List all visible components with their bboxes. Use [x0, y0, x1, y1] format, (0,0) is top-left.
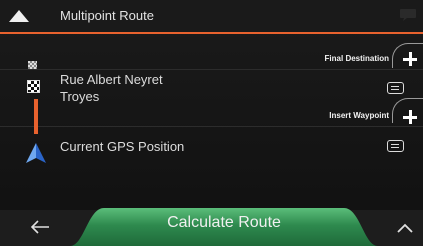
- route-connector-line: [34, 99, 38, 134]
- final-destination-label: Final Destination: [324, 54, 389, 63]
- checkered-flag-icon: [27, 80, 40, 93]
- left-arrow-icon[interactable]: [30, 220, 50, 234]
- gps-arrow-icon: [26, 143, 46, 163]
- start-menu-button[interactable]: [387, 140, 404, 152]
- destination-line1: Rue Albert Neyret: [60, 72, 163, 87]
- calculate-route-label: Calculate Route: [167, 214, 281, 231]
- destination-address[interactable]: Rue Albert Neyret Troyes: [60, 71, 163, 105]
- row-divider: [0, 126, 423, 127]
- insert-waypoint-icon[interactable]: [403, 110, 417, 124]
- destination-menu-button[interactable]: [387, 82, 404, 94]
- insert-waypoint-label: Insert Waypoint: [329, 111, 389, 120]
- route-list: Final Destination Rue Albert Neyret Troy…: [0, 35, 423, 210]
- chevron-up-icon[interactable]: [397, 223, 413, 233]
- row-divider: [0, 69, 423, 70]
- start-position[interactable]: Current GPS Position: [60, 138, 184, 155]
- add-final-destination-icon[interactable]: [403, 52, 417, 66]
- page-title: Multipoint Route: [60, 8, 154, 23]
- destination-line2: Troyes: [60, 89, 100, 104]
- speech-bubble-icon[interactable]: [399, 8, 417, 22]
- up-triangle-icon[interactable]: [8, 9, 30, 23]
- multipoint-route-screen: Multipoint Route Final Destination Rue A…: [0, 0, 423, 246]
- header-divider: [0, 32, 423, 34]
- header-bar: Multipoint Route: [0, 0, 423, 32]
